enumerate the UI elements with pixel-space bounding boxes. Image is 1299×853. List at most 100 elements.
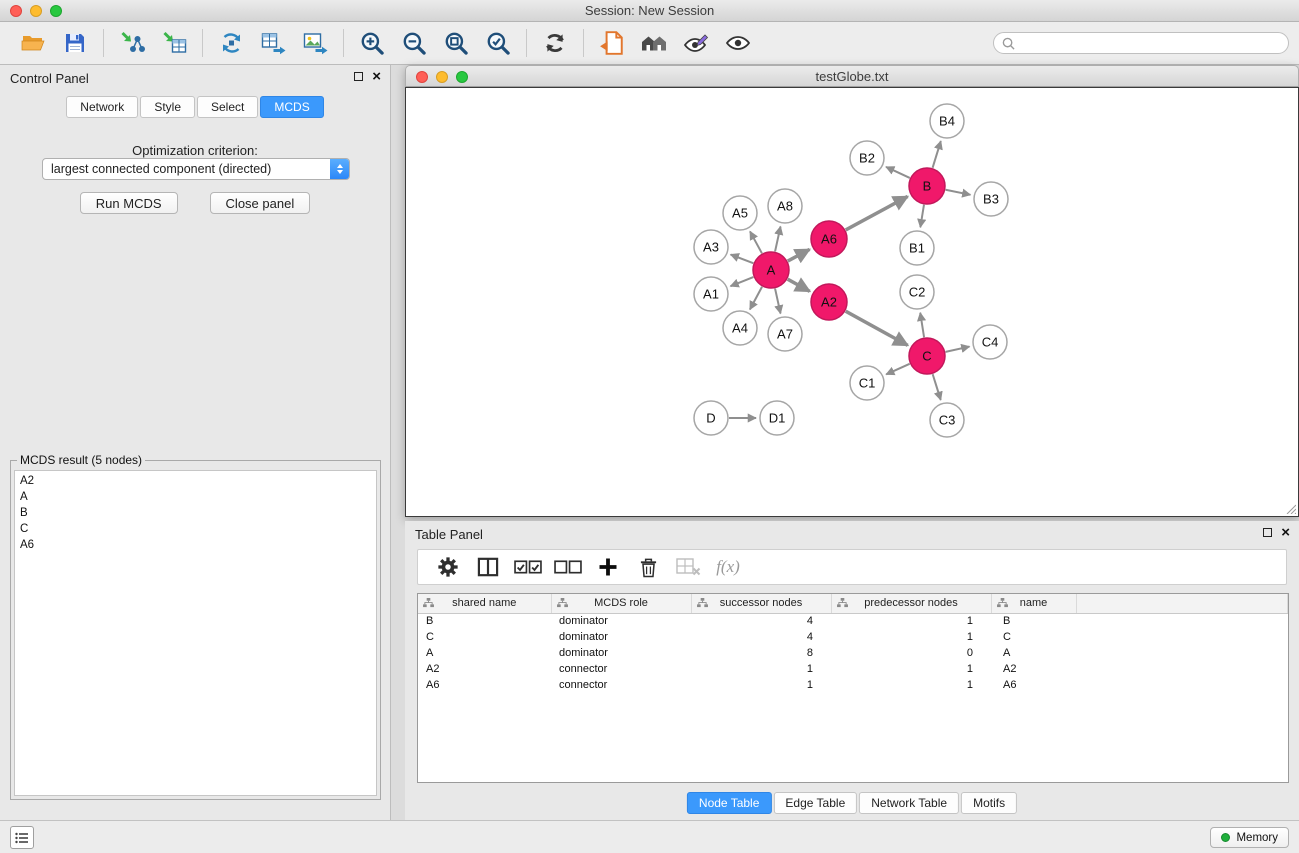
function-builder-button[interactable]: f(x) <box>708 552 748 582</box>
table-cell[interactable]: 4 <box>691 629 831 645</box>
table-cell[interactable]: 1 <box>691 661 831 677</box>
table-cell[interactable]: 1 <box>831 629 991 645</box>
table-cell[interactable]: connector <box>551 677 691 693</box>
mcds-result-item[interactable]: C <box>20 521 371 537</box>
import-network-button[interactable] <box>111 25 153 61</box>
task-history-button[interactable] <box>10 826 34 849</box>
edge-A-A5[interactable] <box>750 231 762 253</box>
table-cell[interactable]: A2 <box>418 661 551 677</box>
network-node-A5[interactable]: A5 <box>723 196 757 230</box>
tab-network[interactable]: Network <box>66 96 138 118</box>
network-node-A6[interactable]: A6 <box>811 221 847 257</box>
table-cell[interactable]: 1 <box>831 677 991 693</box>
float-panel-icon[interactable] <box>354 72 363 81</box>
tab-select[interactable]: Select <box>197 96 258 118</box>
network-node-A4[interactable]: A4 <box>723 311 757 345</box>
table-cell[interactable]: C <box>418 629 551 645</box>
network-maximize-button[interactable] <box>456 71 468 83</box>
node-table-container[interactable]: shared nameMCDS rolesuccessor nodesprede… <box>417 593 1289 783</box>
edge-A6-B[interactable] <box>846 196 908 229</box>
network-node-A[interactable]: A <box>753 252 789 288</box>
window-controls[interactable] <box>10 5 62 17</box>
table-cell[interactable]: dominator <box>551 645 691 661</box>
edge-B-B3[interactable] <box>946 190 971 195</box>
network-window-controls[interactable] <box>416 71 468 83</box>
network-minimize-button[interactable] <box>436 71 448 83</box>
table-cell[interactable]: A <box>991 645 1076 661</box>
run-mcds-button[interactable]: Run MCDS <box>80 192 178 214</box>
network-node-C2[interactable]: C2 <box>900 275 934 309</box>
mcds-result-item[interactable]: A6 <box>20 537 371 553</box>
deselect-all-button[interactable] <box>548 552 588 582</box>
close-panel-icon[interactable]: × <box>372 71 381 82</box>
edge-C-C2[interactable] <box>920 313 924 337</box>
tab-node-table[interactable]: Node Table <box>687 792 772 814</box>
network-node-A3[interactable]: A3 <box>694 230 728 264</box>
edge-B-B1[interactable] <box>920 205 924 228</box>
annotation-document-button[interactable] <box>591 25 633 61</box>
new-network-button[interactable] <box>210 25 252 61</box>
network-window-titlebar[interactable]: testGlobe.txt <box>405 65 1299 87</box>
column-header-predecessor-nodes[interactable]: predecessor nodes <box>831 594 991 613</box>
edge-C-C4[interactable] <box>946 347 970 352</box>
global-search[interactable] <box>993 32 1289 54</box>
zoom-out-button[interactable] <box>393 25 435 61</box>
network-node-B4[interactable]: B4 <box>930 104 964 138</box>
tab-motifs[interactable]: Motifs <box>961 792 1017 814</box>
import-table-button[interactable] <box>153 25 195 61</box>
mcds-result-item[interactable]: A2 <box>20 473 371 489</box>
table-cell[interactable]: A2 <box>991 661 1076 677</box>
network-node-B3[interactable]: B3 <box>974 182 1008 216</box>
add-column-button[interactable] <box>588 552 628 582</box>
table-cell[interactable]: B <box>991 613 1076 629</box>
export-image-button[interactable] <box>294 25 336 61</box>
table-cell[interactable]: 8 <box>691 645 831 661</box>
tab-edge-table[interactable]: Edge Table <box>773 792 857 814</box>
edge-A-A7[interactable] <box>775 289 780 314</box>
edge-A-A4[interactable] <box>750 287 762 310</box>
table-row[interactable]: Cdominator41C <box>418 629 1288 645</box>
home-views-button[interactable] <box>633 25 675 61</box>
network-node-D[interactable]: D <box>694 401 728 435</box>
zoom-in-button[interactable] <box>351 25 393 61</box>
edge-A-A2[interactable] <box>788 279 810 291</box>
network-node-A2[interactable]: A2 <box>811 284 847 320</box>
network-node-D1[interactable]: D1 <box>760 401 794 435</box>
table-settings-button[interactable] <box>428 552 468 582</box>
export-table-button[interactable] <box>252 25 294 61</box>
network-svg[interactable]: B4B2BB3A8A5A6A3B1AC2A1A2A4A7C4CC1DD1C3 <box>406 88 1298 516</box>
network-close-button[interactable] <box>416 71 428 83</box>
table-cell[interactable]: dominator <box>551 613 691 629</box>
table-row[interactable]: Bdominator41B <box>418 613 1288 629</box>
table-cell[interactable]: 4 <box>691 613 831 629</box>
edge-A-A8[interactable] <box>775 227 780 252</box>
network-node-C4[interactable]: C4 <box>973 325 1007 359</box>
close-window-button[interactable] <box>10 5 22 17</box>
resize-corner-icon[interactable] <box>1284 502 1296 514</box>
table-row[interactable]: A6connector11A6 <box>418 677 1288 693</box>
column-header-mcds-role[interactable]: MCDS role <box>551 594 691 613</box>
tab-mcds[interactable]: MCDS <box>260 96 323 118</box>
float-table-panel-icon[interactable] <box>1263 528 1272 537</box>
delete-table-button[interactable] <box>668 552 708 582</box>
edit-visibility-button[interactable] <box>675 25 717 61</box>
table-row[interactable]: A2connector11A2 <box>418 661 1288 677</box>
open-session-button[interactable] <box>12 25 54 61</box>
table-cell[interactable]: B <box>418 613 551 629</box>
memory-button[interactable]: Memory <box>1210 827 1289 848</box>
close-table-panel-icon[interactable]: × <box>1281 527 1290 538</box>
table-cell[interactable]: 1 <box>831 613 991 629</box>
column-header-successor-nodes[interactable]: successor nodes <box>691 594 831 613</box>
table-row[interactable]: Adominator80A <box>418 645 1288 661</box>
table-cell[interactable]: connector <box>551 661 691 677</box>
table-cell[interactable]: C <box>991 629 1076 645</box>
mcds-result-item[interactable]: B <box>20 505 371 521</box>
apply-layout-button[interactable] <box>534 25 576 61</box>
table-cell[interactable]: A6 <box>418 677 551 693</box>
table-cell[interactable]: 1 <box>691 677 831 693</box>
show-columns-button[interactable] <box>468 552 508 582</box>
table-cell[interactable]: 1 <box>831 661 991 677</box>
network-node-B2[interactable]: B2 <box>850 141 884 175</box>
edge-B-B4[interactable] <box>933 141 941 168</box>
column-header-name[interactable]: name <box>991 594 1076 613</box>
